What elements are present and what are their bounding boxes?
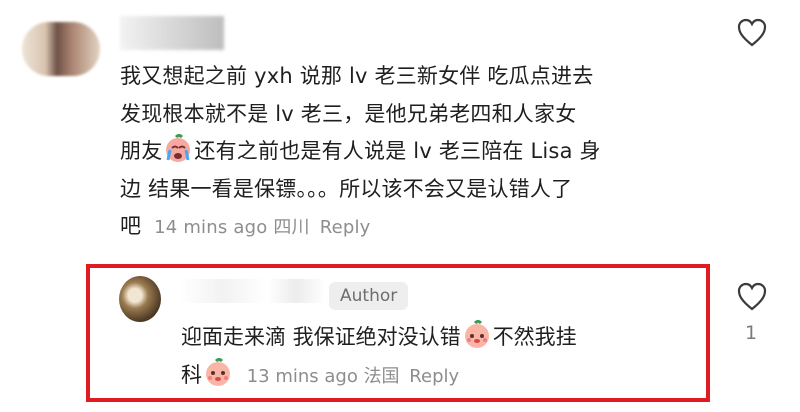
commenter-avatar[interactable] [22, 22, 100, 76]
reply-line-2-prefix: 科 [181, 363, 202, 387]
reply-button[interactable]: Reply [320, 217, 371, 238]
reply-meta: 13 mins ago 法国 Reply [247, 366, 459, 387]
blush-face-emoji [203, 358, 233, 388]
like-heart-icon[interactable] [736, 18, 768, 48]
like-heart-icon[interactable] [736, 282, 768, 312]
author-name-redacted[interactable] [180, 279, 325, 303]
reply-line-1-text: 迎面走来滴 我保证绝对没认错 [181, 325, 461, 349]
comment-line-3: 朋友 还有之前也是有人说是 lv 老三陪在 Lisa 身 [120, 133, 700, 171]
comment-time: 14 mins ago [154, 217, 268, 238]
blush-face-emoji [462, 320, 492, 350]
reply-time: 13 mins ago [246, 366, 358, 387]
comment-line-2: 发现根本就不是 lv 老三，是他兄弟老四和人家女 [120, 101, 577, 126]
comment-body: 我又想起之前 yxh 说那 lv 老三新女伴 吃瓜点进去 发现根本就不是 lv … [120, 58, 700, 247]
reply-line-2: 科 13 mins ago 法国 Reply [181, 356, 701, 396]
comment-location: 四川 [273, 217, 310, 238]
comment-line-1: 我又想起之前 yxh 说那 lv 老三新女伴 吃瓜点进去 [120, 64, 594, 88]
reply-to-reply-button[interactable]: Reply [409, 366, 459, 387]
comment-line-5: 吧 14 mins ago 四川 Reply [120, 208, 700, 247]
author-badge: Author [329, 282, 409, 310]
reply-comment-body: 迎面走来滴 我保证绝对没认错 不然我挂 科 13 mins ago 法国 Repl… [181, 318, 701, 396]
comment-last-word: 吧 [120, 214, 142, 238]
crying-face-emoji [163, 134, 193, 164]
comment-line-3-prefix: 朋友 [120, 139, 163, 163]
reply-line-1-suffix: 不然我挂 [492, 325, 577, 349]
comment-line-4: 边 结果一看是保镖。。。所以该不会又是认错人了 [120, 176, 573, 201]
commenter-name-redacted[interactable] [120, 16, 224, 50]
like-count: 1 [745, 322, 758, 344]
reply-location: 法国 [363, 366, 400, 387]
comment-line-3-rest: 还有之前也是有人说是 lv 老三陪在 Lisa 身 [194, 139, 601, 163]
author-avatar[interactable] [119, 276, 161, 322]
comment-meta: 14 mins ago 四川 Reply [154, 217, 370, 238]
reply-line-1: 迎面走来滴 我保证绝对没认错 不然我挂 [181, 318, 701, 356]
